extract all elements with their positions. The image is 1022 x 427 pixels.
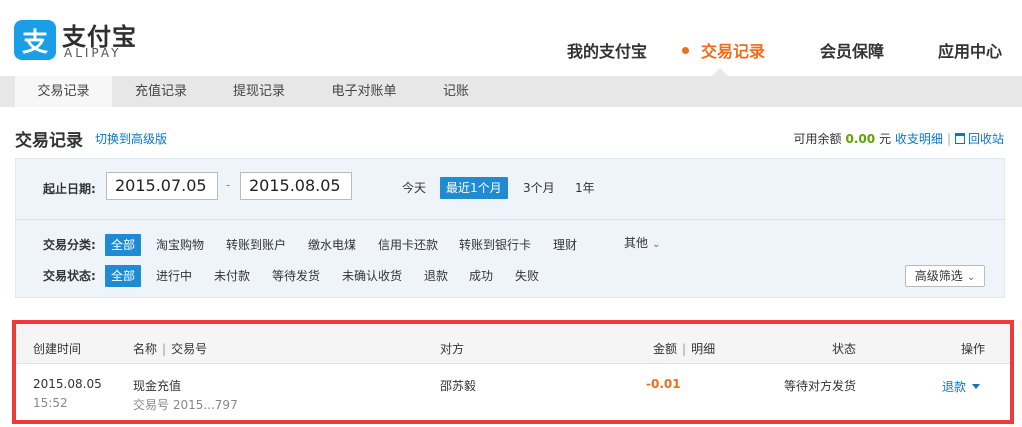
category-taobao[interactable]: 淘宝购物 xyxy=(150,234,210,256)
category-transfer-bank[interactable]: 转账到银行卡 xyxy=(453,234,537,256)
category-more[interactable]: 其他 ⌄ xyxy=(618,232,666,254)
top-header: 支 支付宝 ALIPAY 我的支付宝 交易记录 会员保障 应用中心 xyxy=(0,0,1022,76)
status-refund[interactable]: 退款 xyxy=(418,265,454,287)
range-3-months[interactable]: 3个月 xyxy=(517,177,561,199)
active-nav-caret-icon xyxy=(712,68,728,76)
status-unconfirmed-receipt[interactable]: 未确认收货 xyxy=(336,265,408,287)
range-last-month[interactable]: 最近1个月 xyxy=(440,177,508,199)
advanced-filter-label: 高级筛选 xyxy=(914,269,963,283)
chevron-down-icon: ⌄ xyxy=(652,239,661,250)
date-dash: - xyxy=(226,178,231,192)
status-unpaid[interactable]: 未付款 xyxy=(208,265,256,287)
subnav-bookkeeping[interactable]: 记账 xyxy=(432,76,480,107)
subnav-recharge[interactable]: 充值记录 xyxy=(120,76,202,107)
brand-name-en: ALIPAY xyxy=(64,46,122,60)
end-date-input[interactable]: 2015.08.05 xyxy=(240,172,352,200)
trash-icon xyxy=(954,133,965,144)
alipay-logo-icon[interactable]: 支 xyxy=(14,20,56,60)
advanced-filter-button[interactable]: 高级筛选 ⌄ xyxy=(905,265,985,287)
range-1-year[interactable]: 1年 xyxy=(569,177,601,199)
switch-advanced-link[interactable]: 切换到高级版 xyxy=(95,130,167,147)
page-title: 交易记录 xyxy=(15,131,83,151)
balance-unit: 元 xyxy=(879,132,892,146)
detail-link[interactable]: 收支明细 xyxy=(895,132,943,146)
subnav-withdraw[interactable]: 提现记录 xyxy=(218,76,300,107)
topnav-transactions[interactable]: 交易记录 xyxy=(682,38,765,62)
category-more-label: 其他 xyxy=(624,236,649,250)
category-credit-card[interactable]: 信用卡还款 xyxy=(372,234,444,256)
active-dot-icon xyxy=(682,47,689,54)
category-transfer-account[interactable]: 转账到账户 xyxy=(220,234,292,256)
topnav-member-protection[interactable]: 会员保障 xyxy=(820,38,884,62)
range-today[interactable]: 今天 xyxy=(396,177,432,199)
category-finance[interactable]: 理财 xyxy=(547,234,583,256)
logo-glyph: 支 xyxy=(21,27,48,58)
category-label: 交易分类: xyxy=(43,238,96,252)
subnav-transactions[interactable]: 交易记录 xyxy=(15,76,112,107)
category-all[interactable]: 全部 xyxy=(105,234,142,256)
balance-amount: 0.00 xyxy=(845,132,876,146)
highlight-box xyxy=(12,320,1014,424)
topnav-app-center[interactable]: 应用中心 xyxy=(938,38,1002,62)
subnav-statement[interactable]: 电子对账单 xyxy=(322,76,406,107)
recycle-bin-label: 回收站 xyxy=(967,132,1004,146)
topnav-my-alipay[interactable]: 我的支付宝 xyxy=(567,38,647,62)
status-failed[interactable]: 失败 xyxy=(509,265,545,287)
status-awaiting-shipment[interactable]: 等待发货 xyxy=(266,265,326,287)
status-in-progress[interactable]: 进行中 xyxy=(150,265,198,287)
sub-nav: 交易记录 充值记录 提现记录 电子对账单 记账 xyxy=(0,76,1022,107)
filter-divider xyxy=(15,219,1005,220)
status-label: 交易状态: xyxy=(43,269,96,283)
chevron-down-icon: ⌄ xyxy=(966,272,976,283)
category-utilities[interactable]: 缴水电煤 xyxy=(302,234,362,256)
separator: | xyxy=(946,132,951,146)
start-date-input[interactable]: 2015.07.05 xyxy=(106,172,218,200)
status-success[interactable]: 成功 xyxy=(463,265,499,287)
balance-area: 可用余额 0.00 元 收支明细 | 回收站 xyxy=(793,130,1004,147)
date-range-label: 起止日期: xyxy=(43,182,96,196)
topnav-transactions-label: 交易记录 xyxy=(701,42,766,61)
balance-label: 可用余额 xyxy=(793,132,842,146)
status-all[interactable]: 全部 xyxy=(105,265,142,287)
recycle-bin-link[interactable]: 回收站 xyxy=(954,132,1004,146)
